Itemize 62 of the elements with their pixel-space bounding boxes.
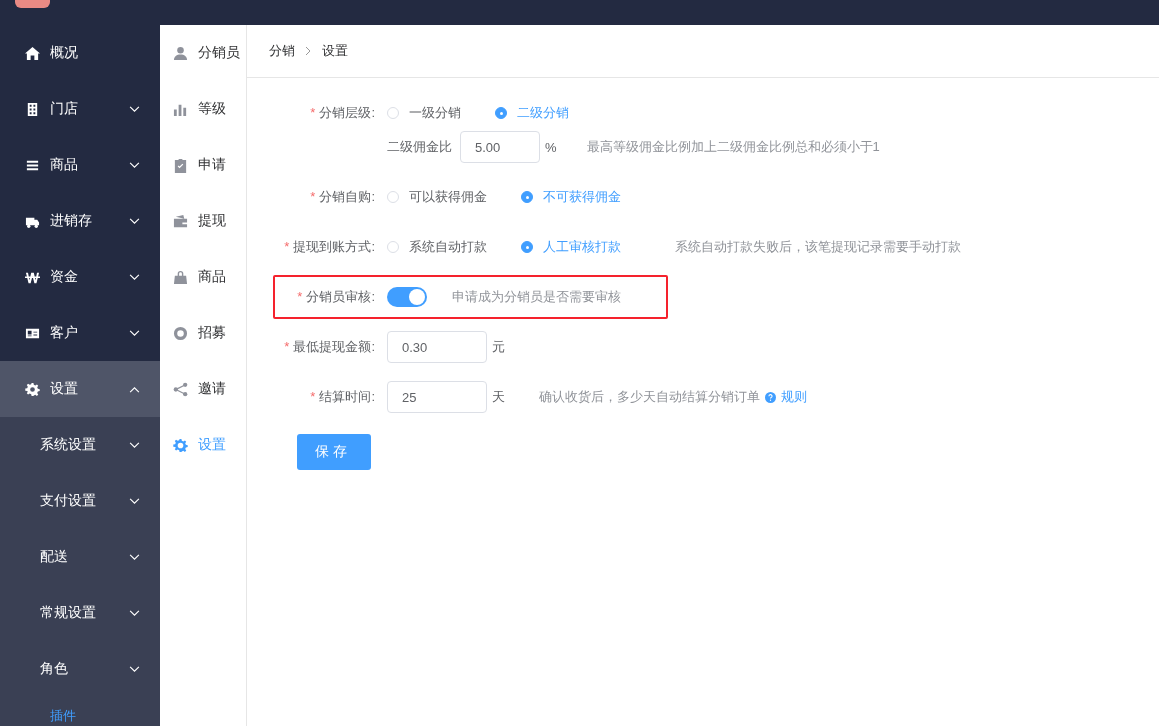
toggle-switch[interactable] <box>387 287 427 307</box>
nav-item[interactable]: 申请 <box>160 137 246 193</box>
clipboard-check-icon <box>173 157 188 173</box>
radio-option[interactable]: 可以获得佣金 <box>387 188 487 206</box>
wallet-icon <box>173 213 188 229</box>
field-label: * 结算时间: <box>309 388 376 406</box>
submenu-item[interactable]: 角色 <box>0 641 160 697</box>
person-icon <box>173 45 188 61</box>
chevron-icon <box>129 441 140 449</box>
field-label: * 分销自购: <box>309 188 376 206</box>
field-label: * 分销层级: <box>309 104 376 122</box>
menu-item[interactable]: 客户 <box>0 305 160 361</box>
nav-item[interactable]: 提现 <box>160 193 246 249</box>
hint-text: 系统自动打款失败后，该笔提现记录需要手动打款 <box>675 238 961 256</box>
chevron-icon <box>129 553 140 561</box>
radio-button[interactable] <box>521 241 533 253</box>
radio-option[interactable]: 系统自动打款 <box>387 238 487 256</box>
menu-item[interactable]: 门店 <box>0 81 160 137</box>
menu-item[interactable]: 概况 <box>0 25 160 81</box>
shopping-bag-icon <box>173 269 188 285</box>
unit-label: 天 <box>492 388 505 406</box>
breadcrumb-link[interactable]: 设置 <box>322 42 348 60</box>
field-label: 二级佣金比 <box>387 138 452 156</box>
chevron-icon <box>129 665 140 673</box>
lifebuoy-icon <box>173 325 188 341</box>
nav-item[interactable]: 招募 <box>160 305 246 361</box>
unit-label: % <box>545 139 557 155</box>
chevron-icon <box>129 609 140 617</box>
nav-item[interactable]: 等级 <box>160 81 246 137</box>
hint-text: 申请成为分销员是否需要审核 <box>452 288 621 306</box>
radio-button[interactable] <box>495 107 507 119</box>
menu-item[interactable]: 资金 <box>0 249 160 305</box>
gear-icon <box>25 381 40 397</box>
share-icon <box>173 381 188 397</box>
home-icon <box>25 45 40 61</box>
submenu-item[interactable]: 插件 <box>0 697 160 726</box>
submenu-item[interactable]: 支付设置 <box>0 473 160 529</box>
breadcrumb-link[interactable]: 分销 <box>269 42 295 60</box>
hint-text: 确认收货后，多少天自动结算分销订单 <box>539 388 760 406</box>
help-icon <box>765 391 776 403</box>
submenu-item[interactable]: 配送 <box>0 529 160 585</box>
gear-icon <box>173 437 188 453</box>
nav-item[interactable]: 邀请 <box>160 361 246 417</box>
chevron-icon <box>129 497 140 505</box>
input-field[interactable]: 5.00 <box>460 131 540 163</box>
menu-item[interactable]: 进销存 <box>0 193 160 249</box>
input-field[interactable]: 25 <box>387 381 487 413</box>
field-label: * 分销员审核: <box>296 288 376 306</box>
nav-item[interactable]: 分销员 <box>160 25 246 81</box>
hint-text: 最高等级佣金比例加上二级佣金比例总和必须小于1 <box>586 138 880 156</box>
menu-item[interactable]: 商品 <box>0 137 160 193</box>
submenu-item[interactable]: 系统设置 <box>0 417 160 473</box>
field-label: * 提现到账方式: <box>283 238 376 256</box>
radio-option[interactable]: 一级分销 <box>387 104 461 122</box>
building-icon <box>25 101 40 117</box>
submenu-item[interactable]: 常规设置 <box>0 585 160 641</box>
input-field[interactable]: 0.30 <box>387 331 487 363</box>
radio-button[interactable] <box>521 191 533 203</box>
unit-label: 元 <box>492 338 505 356</box>
chevron-right-icon <box>305 46 312 56</box>
nav-item[interactable]: 商品 <box>160 249 246 305</box>
field-label: * 最低提现金额: <box>283 338 376 356</box>
